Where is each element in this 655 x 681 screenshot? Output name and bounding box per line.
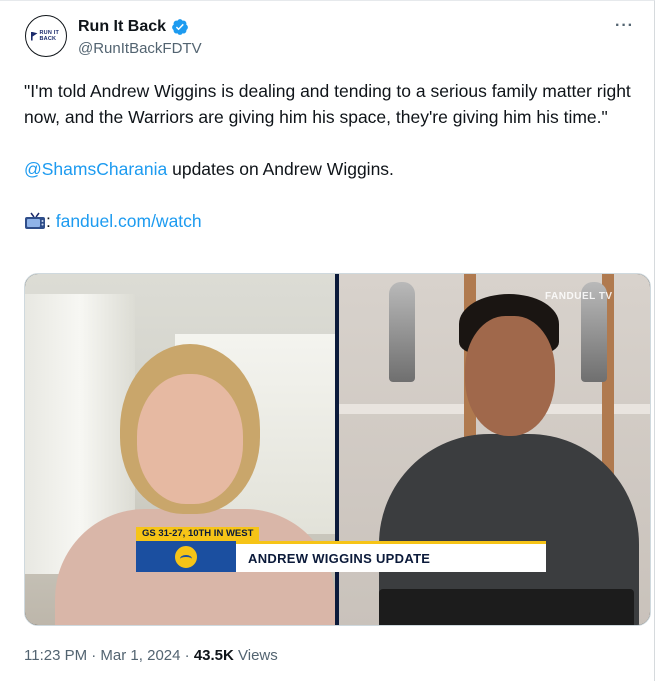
right-video-pane bbox=[339, 274, 650, 625]
more-options-icon[interactable]: ··· bbox=[615, 17, 634, 35]
views-label: Views bbox=[233, 647, 278, 664]
tweet-timestamp[interactable]: 11:23 PM · Mar 1, 2024 · bbox=[24, 647, 194, 664]
author-display-name[interactable]: Run It Back bbox=[78, 18, 166, 36]
trophy-icon bbox=[389, 282, 415, 382]
left-video-pane bbox=[25, 274, 335, 625]
views-count: 43.5K bbox=[193, 647, 234, 664]
mention-suffix: updates on Andrew Wiggins. bbox=[167, 159, 394, 179]
tweet-meta: 11:23 PM · Mar 1, 2024 · 43.5K Views bbox=[24, 647, 278, 664]
team-record-tag: GS 31-27, 10TH IN WEST bbox=[136, 527, 260, 541]
tweet-card: RUN IT BACK Run It Back @RunItBackFDTV ·… bbox=[0, 0, 655, 681]
author-name-row: Run It Back bbox=[78, 18, 189, 36]
avatar[interactable]: RUN IT BACK bbox=[25, 15, 67, 57]
tweet-body: "I'm told Andrew Wiggins is dealing and … bbox=[24, 78, 654, 234]
verified-badge-icon bbox=[172, 19, 188, 35]
tv-separator: : bbox=[46, 211, 56, 231]
tweet-link-line: : fanduel.com/watch bbox=[24, 208, 654, 234]
television-icon bbox=[25, 212, 45, 229]
video-player[interactable]: FANDUEL TV GS 31-27, 10TH IN WEST ANDREW… bbox=[24, 273, 651, 626]
mention-link[interactable]: @ShamsCharania bbox=[24, 159, 167, 179]
author-handle[interactable]: @RunItBackFDTV bbox=[78, 40, 202, 57]
tweet-quote: "I'm told Andrew Wiggins is dealing and … bbox=[24, 81, 631, 127]
run-it-back-logo-icon: RUN IT BACK bbox=[30, 30, 62, 42]
fanduel-watch-link[interactable]: fanduel.com/watch bbox=[56, 211, 202, 231]
headline-text: ANDREW WIGGINS UPDATE bbox=[248, 550, 431, 566]
lower-third-headline: ANDREW WIGGINS UPDATE bbox=[236, 541, 546, 572]
fanduel-tv-watermark: FANDUEL TV bbox=[545, 291, 613, 302]
tweet-mention-line: @ShamsCharania updates on Andrew Wiggins… bbox=[24, 156, 654, 182]
warriors-logo-icon bbox=[136, 541, 236, 572]
